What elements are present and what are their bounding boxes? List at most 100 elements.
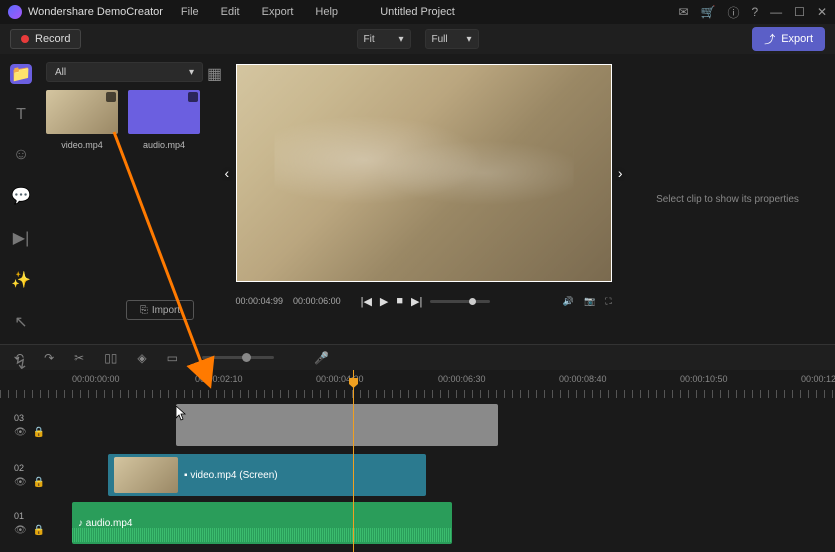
lock-icon[interactable]: 🔒 bbox=[33, 525, 45, 536]
help-icon[interactable]: ? bbox=[751, 5, 758, 19]
clip-audio[interactable]: ♪ audio.mp4 bbox=[72, 502, 452, 544]
menu-help[interactable]: Help bbox=[315, 6, 338, 18]
clip-label: audio.mp4 bbox=[86, 518, 133, 529]
lock-icon[interactable]: 🔒 bbox=[33, 477, 45, 488]
transition-tab-icon[interactable]: ▶| bbox=[10, 228, 32, 248]
toolbar: Record Fit▾ Full▾ ⤴ Export bbox=[0, 24, 835, 54]
ruler-tick: 00:00:12:60 bbox=[801, 374, 835, 384]
text-tab-icon[interactable]: T bbox=[10, 106, 32, 124]
properties-empty-hint: Select clip to show its properties bbox=[656, 194, 799, 205]
preview-prev-icon[interactable]: ‹ bbox=[225, 165, 230, 181]
track-number: 01 bbox=[14, 511, 52, 521]
user-icon[interactable]: ⓘ bbox=[727, 4, 739, 21]
ruler-tick: 00:00:02:10 bbox=[195, 374, 243, 384]
import-icon: ⎘ bbox=[140, 305, 148, 316]
menu-file[interactable]: File bbox=[181, 6, 199, 18]
marker-icon[interactable]: ◈ bbox=[137, 351, 146, 365]
media-thumb-audio[interactable]: audio.mp4 bbox=[128, 90, 200, 150]
menu-edit[interactable]: Edit bbox=[221, 6, 240, 18]
thumb-label: audio.mp4 bbox=[143, 140, 185, 150]
video-badge-icon bbox=[188, 92, 198, 102]
timeline-zoom-slider[interactable] bbox=[202, 356, 274, 359]
close-icon[interactable]: ✕ bbox=[817, 5, 827, 19]
export-button[interactable]: ⤴ Export bbox=[752, 27, 825, 51]
clip-video[interactable]: ▪ video.mp4 (Screen) bbox=[108, 454, 426, 496]
view-grid-icon[interactable]: ▦ bbox=[207, 64, 223, 80]
undo-icon[interactable]: ↶ bbox=[14, 351, 24, 365]
library-tab-icon[interactable]: 📁 bbox=[10, 64, 32, 84]
redo-icon[interactable]: ↷ bbox=[44, 351, 54, 365]
preview-next-icon[interactable]: › bbox=[618, 165, 623, 181]
track-number: 02 bbox=[14, 463, 52, 473]
mail-icon[interactable]: ✉ bbox=[678, 5, 688, 19]
cart-icon[interactable]: 🛒 bbox=[701, 5, 716, 19]
next-frame-icon[interactable]: ▶| bbox=[411, 295, 422, 308]
clip-label: video.mp4 (Screen) bbox=[190, 470, 277, 481]
sticker-tab-icon[interactable]: ☺ bbox=[10, 146, 32, 164]
upload-icon: ⤴ bbox=[764, 31, 775, 47]
maximize-icon[interactable]: ☐ bbox=[794, 5, 805, 19]
fullscreen-icon[interactable]: ⛶ bbox=[605, 296, 611, 307]
chevron-down-icon: ▾ bbox=[398, 34, 403, 45]
timeline-ruler[interactable]: 00:00:00:0000:00:02:1000:00:04:2000:00:0… bbox=[0, 370, 835, 398]
effects-tab-icon[interactable]: ✨ bbox=[10, 270, 32, 290]
record-dot-icon bbox=[21, 35, 29, 43]
media-panel: All▾ ▦ video.mp4 audio.mp4 ⎘ Import bbox=[42, 54, 227, 344]
preview-panel: ‹ › 00:00:04:99 00:00:06:00 |◀ ▶ ■ ▶| 🔊 … bbox=[227, 54, 620, 344]
fit-dropdown[interactable]: Fit▾ bbox=[357, 29, 411, 49]
snap-icon[interactable]: ▭ bbox=[167, 351, 178, 365]
app-logo: Wondershare DemoCreator bbox=[8, 5, 163, 19]
volume-slider[interactable] bbox=[430, 300, 490, 303]
ruler-tick: 00:00:00:00 bbox=[72, 374, 120, 384]
menu-items: File Edit Export Help bbox=[181, 6, 338, 18]
thumb-label: video.mp4 bbox=[61, 140, 103, 150]
ruler-tick: 00:00:10:50 bbox=[680, 374, 728, 384]
import-button[interactable]: ⎘ Import bbox=[126, 300, 194, 320]
record-button[interactable]: Record bbox=[10, 29, 81, 49]
video-badge-icon bbox=[106, 92, 116, 102]
window-controls: ✉ 🛒 ⓘ ? — ☐ ✕ bbox=[678, 4, 827, 21]
audio-clip-icon: ♪ bbox=[78, 518, 83, 529]
video-clip-icon: ▪ bbox=[184, 470, 188, 481]
preview-viewport[interactable]: ‹ › bbox=[236, 64, 612, 282]
properties-panel: Select clip to show its properties bbox=[620, 54, 835, 344]
visibility-icon[interactable]: 👁 bbox=[14, 427, 27, 438]
media-thumb-video[interactable]: video.mp4 bbox=[46, 90, 118, 150]
sidebar: 📁 T ☺ 💬 ▶| ✨ ↖ ↯ bbox=[0, 54, 42, 344]
media-filter-dropdown[interactable]: All▾ bbox=[46, 62, 203, 82]
ruler-tick: 00:00:08:40 bbox=[559, 374, 607, 384]
split-icon[interactable]: ✂ bbox=[74, 351, 84, 365]
clip-thumbnail bbox=[114, 457, 178, 493]
menu-export[interactable]: Export bbox=[262, 6, 294, 18]
speaker-icon[interactable]: 🔊 bbox=[563, 296, 574, 307]
mouse-cursor-icon bbox=[176, 406, 188, 422]
snapshot-icon[interactable]: 📷 bbox=[584, 296, 595, 307]
minimize-icon[interactable]: — bbox=[770, 5, 782, 19]
caption-tab-icon[interactable]: 💬 bbox=[10, 186, 32, 206]
mic-icon[interactable]: 🎤 bbox=[314, 351, 329, 365]
play-icon[interactable]: ▶ bbox=[380, 295, 388, 308]
crop-icon[interactable]: ▯▯ bbox=[104, 351, 117, 365]
time-total: 00:00:06:00 bbox=[293, 296, 341, 306]
track-2: 02 👁 🔒 ▪ video.mp4 (Screen) bbox=[0, 452, 835, 498]
timeline-toolbar: ↶ ↷ ✂ ▯▯ ◈ ▭ 🎤 bbox=[0, 344, 835, 370]
ruler-tick: 00:00:06:30 bbox=[438, 374, 486, 384]
cursor-tab-icon[interactable]: ↖ bbox=[10, 312, 32, 332]
playback-controls: 00:00:04:99 00:00:06:00 |◀ ▶ ■ ▶| 🔊 📷 ⛶ bbox=[236, 288, 612, 314]
project-title: Untitled Project bbox=[380, 6, 455, 18]
chevron-down-icon: ▾ bbox=[466, 34, 471, 45]
stop-icon[interactable]: ■ bbox=[396, 295, 403, 307]
track-1: 01 👁 🔒 ♪ audio.mp4 bbox=[0, 500, 835, 546]
lock-icon[interactable]: 🔒 bbox=[33, 427, 45, 438]
visibility-icon[interactable]: 👁 bbox=[14, 477, 27, 488]
track-number: 03 bbox=[14, 413, 52, 423]
time-current: 00:00:04:99 bbox=[236, 296, 284, 306]
visibility-icon[interactable]: 👁 bbox=[14, 525, 27, 536]
prev-frame-icon[interactable]: |◀ bbox=[361, 295, 372, 308]
menu-bar: Wondershare DemoCreator File Edit Export… bbox=[0, 0, 835, 24]
playhead[interactable] bbox=[353, 370, 354, 552]
clip-placeholder[interactable] bbox=[176, 404, 498, 446]
timeline[interactable]: 00:00:00:0000:00:02:1000:00:04:2000:00:0… bbox=[0, 370, 835, 552]
full-dropdown[interactable]: Full▾ bbox=[425, 29, 479, 49]
track-3: 03 👁 🔒 bbox=[0, 402, 835, 448]
